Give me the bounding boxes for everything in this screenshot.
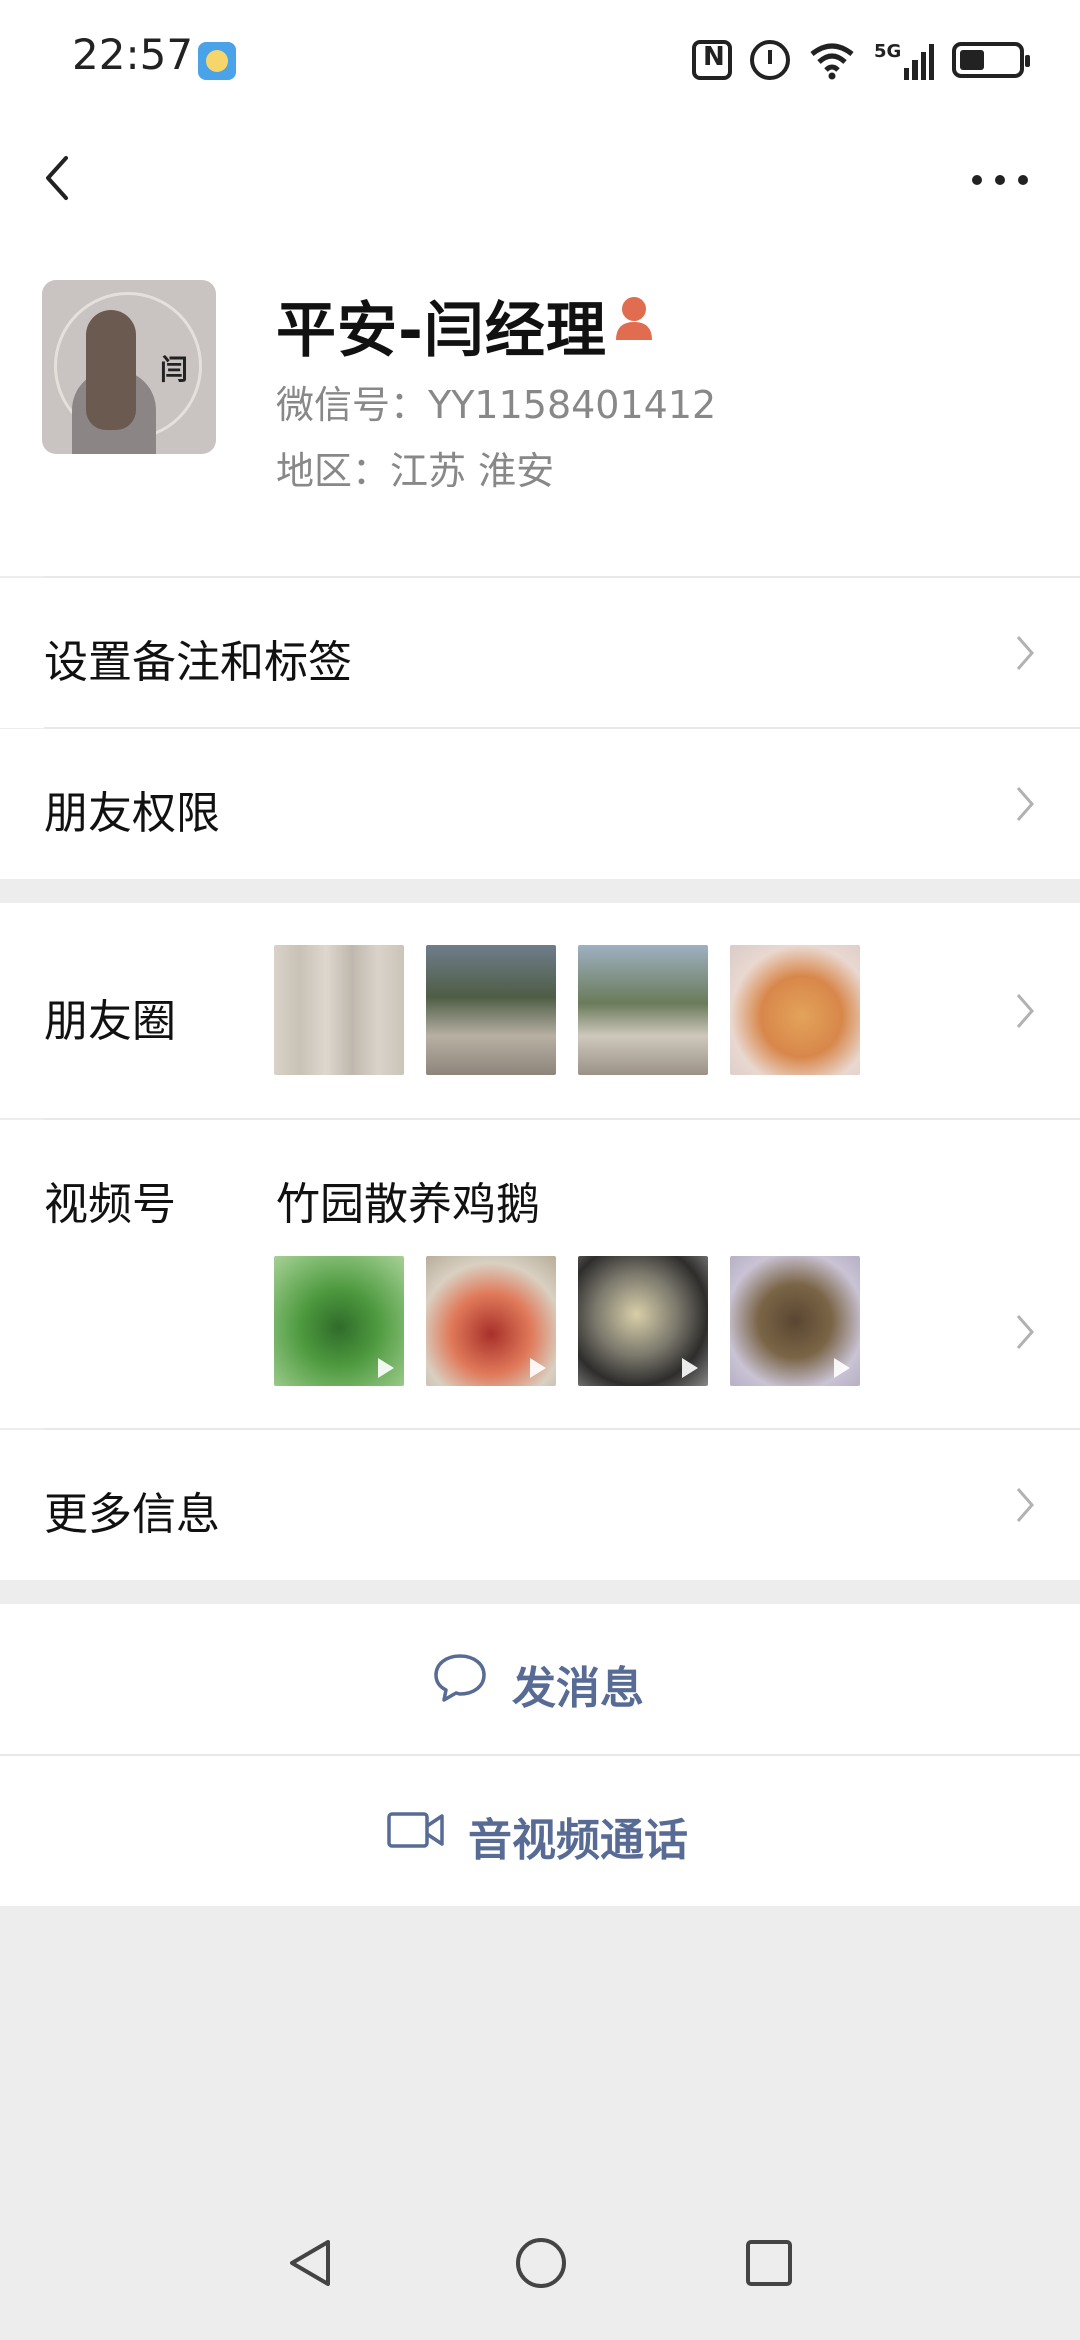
status-icons: 5G	[692, 38, 1030, 82]
chevron-right-icon	[1016, 994, 1034, 1028]
region: 地区：江苏 淮安	[276, 449, 555, 493]
avatar[interactable]: 闫	[42, 280, 216, 454]
channels-name: 竹园散养鸡鹅	[276, 1179, 540, 1230]
chevron-right-icon	[1016, 636, 1034, 670]
video-camera-icon	[387, 1812, 444, 1848]
nfc-icon	[692, 40, 732, 80]
channels-video[interactable]	[730, 1256, 860, 1386]
moments-photo[interactable]	[426, 945, 556, 1075]
more-info-row[interactable]: 更多信息	[0, 1430, 1080, 1580]
nav-recents-icon[interactable]	[744, 2238, 794, 2288]
moments-label: 朋友圈	[44, 996, 176, 1047]
network-type: 5G	[874, 41, 902, 62]
channels-row[interactable]: 视频号 竹园散养鸡鹅	[0, 1120, 1080, 1428]
wechat-id: 微信号：YY1158401412	[276, 383, 717, 427]
wifi-icon	[810, 43, 854, 80]
profile-card: 闫 平安-闫经理 微信号：YY1158401412 地区：江苏 淮安	[0, 270, 1080, 576]
permissions-row[interactable]: 朋友权限	[0, 729, 1080, 879]
video-call-button[interactable]: 音视频通话	[0, 1756, 1080, 1906]
avatar-char: 闫	[160, 353, 189, 386]
play-icon	[530, 1358, 546, 1378]
channels-video[interactable]	[426, 1256, 556, 1386]
moments-photo[interactable]	[578, 945, 708, 1075]
nav-home-icon[interactable]	[514, 2236, 568, 2290]
send-message-button[interactable]: 发消息	[0, 1604, 1080, 1754]
contact-name: 平安-闫经理	[276, 296, 607, 366]
channels-label: 视频号	[44, 1179, 176, 1230]
status-bar: 22:57 5G	[0, 0, 1080, 120]
alarm-icon	[750, 40, 790, 80]
play-icon	[378, 1358, 394, 1378]
chevron-right-icon	[1016, 1315, 1034, 1349]
battery-icon	[952, 42, 1030, 78]
play-icon	[834, 1358, 850, 1378]
moments-row[interactable]: 朋友圈	[0, 903, 1080, 1118]
permissions-label: 朋友权限	[44, 788, 220, 839]
moments-photo[interactable]	[274, 945, 404, 1075]
remark-label: 设置备注和标签	[44, 637, 352, 688]
play-icon	[682, 1358, 698, 1378]
chevron-right-icon	[1016, 787, 1034, 821]
weather-icon	[198, 42, 236, 80]
back-icon[interactable]	[36, 146, 86, 206]
status-time: 22:57	[72, 30, 194, 79]
more-info-label: 更多信息	[44, 1489, 220, 1540]
send-message-label: 发消息	[512, 1663, 644, 1714]
more-icon[interactable]	[972, 170, 1028, 190]
signal-icon: 5G	[874, 40, 934, 80]
chevron-right-icon	[1016, 1488, 1034, 1522]
channels-video[interactable]	[274, 1256, 404, 1386]
nav-back-icon[interactable]	[284, 2236, 334, 2290]
channels-video[interactable]	[578, 1256, 708, 1386]
video-call-label: 音视频通话	[468, 1815, 688, 1866]
header	[0, 120, 1080, 270]
chat-bubble-icon	[434, 1654, 486, 1702]
system-nav-bar	[0, 2200, 1080, 2340]
remark-row[interactable]: 设置备注和标签	[0, 578, 1080, 728]
moments-photo[interactable]	[730, 945, 860, 1075]
contact-person-icon	[616, 297, 652, 340]
